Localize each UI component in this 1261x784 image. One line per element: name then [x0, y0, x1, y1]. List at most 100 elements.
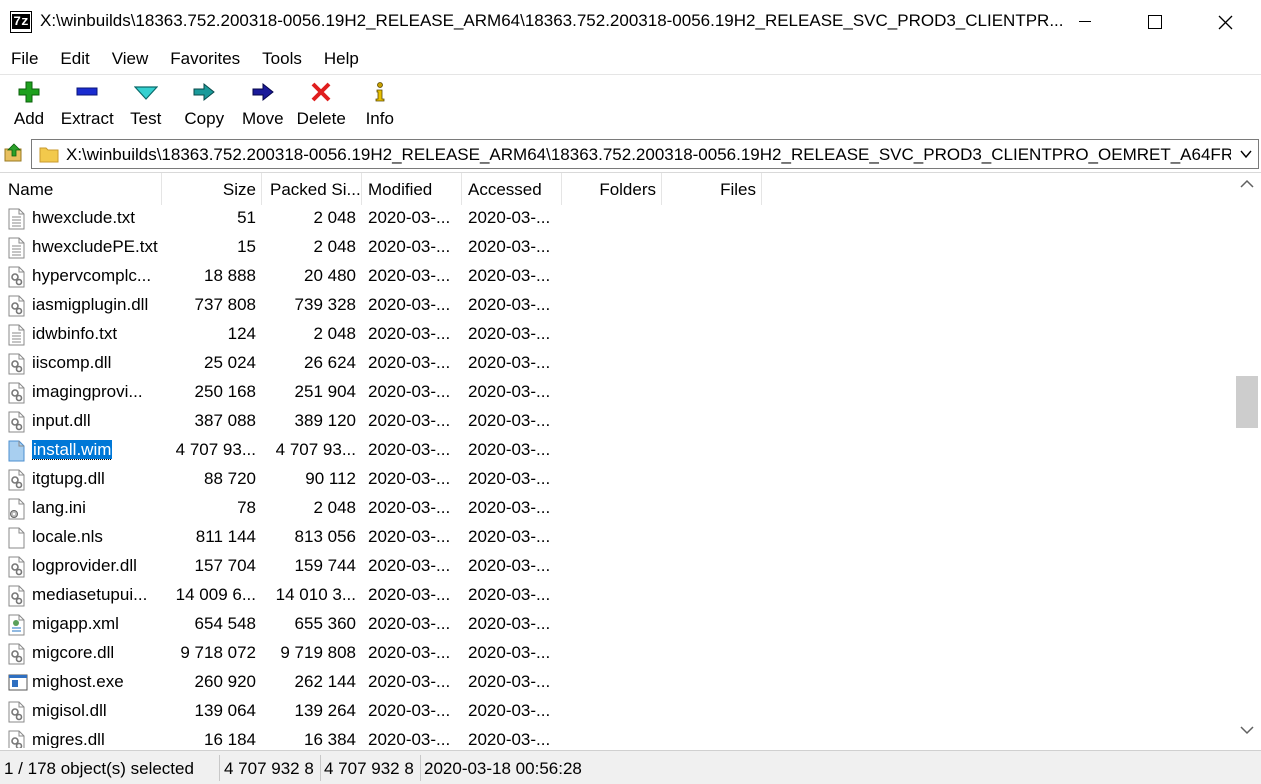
- chevron-down-icon[interactable]: [1240, 146, 1252, 167]
- file-modified-cell: 2020-03-...: [368, 701, 451, 720]
- address-field[interactable]: X:\winbuilds\18363.752.200318-0056.19H2_…: [31, 139, 1259, 169]
- menu-view[interactable]: View: [101, 46, 160, 74]
- file-accessed-cell: 2020-03-...: [468, 730, 551, 748]
- status-divider: [320, 755, 321, 781]
- delete-button[interactable]: Delete: [292, 75, 351, 137]
- menu-help[interactable]: Help: [313, 46, 370, 74]
- file-name: install.wim: [32, 440, 113, 460]
- file-name: migapp.xml: [32, 614, 119, 633]
- table-row[interactable]: itgtupg.dll 88 720 90 112 2020-03-... 2020-0…: [0, 466, 1233, 495]
- check-icon: [133, 80, 158, 104]
- wim-file-icon: [8, 440, 26, 462]
- file-name-cell: idwbinfo.txt: [0, 321, 162, 350]
- info-icon: [368, 80, 392, 104]
- table-row[interactable]: logprovider.dll 157 704 159 744 2020-03-...…: [0, 553, 1233, 582]
- column-header-packed-size[interactable]: Packed Si...: [262, 173, 362, 205]
- file-accessed-cell: 2020-03-...: [468, 208, 551, 227]
- file-name-cell: mighost.exe: [0, 669, 162, 698]
- file-list[interactable]: Name Size Packed Si... Modified Accessed…: [0, 172, 1261, 748]
- file-rows: hwexclude.txt 51 2 048 2020-03-... 2020-03-.…: [0, 205, 1233, 748]
- file-size-cell: 387 088: [194, 411, 256, 430]
- status-divider: [219, 755, 220, 781]
- table-row[interactable]: iiscomp.dll 25 024 26 624 2020-03-... 2020-0…: [0, 350, 1233, 379]
- file-name-cell: install.wim: [0, 437, 162, 466]
- dll-file-icon: [8, 643, 26, 665]
- table-row[interactable]: iasmigplugin.dll 737 808 739 328 2020-03-..…: [0, 292, 1233, 321]
- table-row[interactable]: lang.ini 78 2 048 2020-03-... 2020-03-...: [0, 495, 1233, 524]
- maximize-button[interactable]: [1120, 0, 1190, 44]
- file-packed-size-cell: 139 264: [294, 701, 356, 720]
- menu-tools[interactable]: Tools: [251, 46, 313, 74]
- table-row[interactable]: imagingprovi... 250 168 251 904 2020-03-...…: [0, 379, 1233, 408]
- file-accessed-cell: 2020-03-...: [468, 614, 551, 633]
- table-row[interactable]: input.dll 387 088 389 120 2020-03-... 2020-0…: [0, 408, 1233, 437]
- table-row[interactable]: migisol.dll 139 064 139 264 2020-03-... 2020…: [0, 698, 1233, 727]
- table-row[interactable]: hwexclude.txt 51 2 048 2020-03-... 2020-03-.…: [0, 205, 1233, 234]
- file-packed-size-cell: 159 744: [294, 556, 356, 575]
- file-modified-cell: 2020-03-...: [368, 353, 451, 372]
- column-header-accessed[interactable]: Accessed: [462, 173, 562, 205]
- table-row[interactable]: hwexcludePE.txt 15 2 048 2020-03-... 2020-03…: [0, 234, 1233, 263]
- xml-file-icon: [8, 614, 26, 636]
- list-header: Name Size Packed Si... Modified Accessed…: [0, 173, 1233, 205]
- dll-file-icon: [8, 353, 26, 375]
- vertical-scrollbar[interactable]: [1233, 173, 1261, 748]
- extract-button[interactable]: Extract: [58, 75, 117, 137]
- status-divider: [420, 755, 421, 781]
- menu-favorites[interactable]: Favorites: [159, 46, 251, 74]
- file-accessed-cell: 2020-03-...: [468, 585, 551, 604]
- delete-label: Delete: [296, 109, 346, 128]
- file-packed-size-cell: 739 328: [294, 295, 356, 314]
- column-header-folders[interactable]: Folders: [562, 173, 662, 205]
- column-header-modified[interactable]: Modified: [362, 173, 462, 205]
- file-packed-size-cell: 813 056: [294, 527, 356, 546]
- file-modified-cell: 2020-03-...: [368, 672, 451, 691]
- add-button[interactable]: Add: [0, 75, 58, 137]
- move-button[interactable]: Move: [234, 75, 293, 137]
- dll-file-icon: [8, 382, 26, 404]
- table-row[interactable]: hypervcomplc... 18 888 20 480 2020-03-... 20…: [0, 263, 1233, 292]
- plus-icon: [17, 80, 41, 104]
- file-name: lang.ini: [32, 498, 86, 517]
- up-folder-button[interactable]: [3, 142, 25, 164]
- dll-file-icon: [8, 411, 26, 433]
- file-name: mighost.exe: [32, 672, 124, 691]
- minimize-button[interactable]: [1050, 0, 1120, 44]
- column-header-name[interactable]: Name: [0, 173, 162, 205]
- blank-file-icon: [8, 527, 26, 549]
- file-modified-cell: 2020-03-...: [368, 266, 451, 285]
- table-row[interactable]: migcore.dll 9 718 072 9 719 808 2020-03-...…: [0, 640, 1233, 669]
- file-name-cell: iasmigplugin.dll: [0, 292, 162, 321]
- table-row[interactable]: mediasetupui... 14 009 6... 14 010 3... 202…: [0, 582, 1233, 611]
- file-name: hypervcomplc...: [32, 266, 152, 285]
- table-row[interactable]: migres.dll 16 184 16 384 2020-03-... 2020-03…: [0, 727, 1233, 748]
- menu-edit[interactable]: Edit: [49, 46, 100, 74]
- file-name: itgtupg.dll: [32, 469, 105, 488]
- copy-arrow-icon: [192, 80, 216, 104]
- address-bar: X:\winbuilds\18363.752.200318-0056.19H2_…: [0, 137, 1261, 171]
- file-packed-size-cell: 9 719 808: [280, 643, 356, 662]
- file-accessed-cell: 2020-03-...: [468, 556, 551, 575]
- table-row[interactable]: idwbinfo.txt 124 2 048 2020-03-... 2020-03-.…: [0, 321, 1233, 350]
- file-accessed-cell: 2020-03-...: [468, 643, 551, 662]
- column-header-size[interactable]: Size: [162, 173, 262, 205]
- column-header-files[interactable]: Files: [662, 173, 762, 205]
- menu-file[interactable]: File: [0, 46, 49, 74]
- file-size-cell: 51: [237, 208, 256, 227]
- test-button[interactable]: Test: [117, 75, 176, 137]
- copy-button[interactable]: Copy: [175, 75, 234, 137]
- scrollbar-thumb[interactable]: [1236, 376, 1258, 428]
- close-button[interactable]: [1190, 0, 1260, 44]
- file-name-cell: input.dll: [0, 408, 162, 437]
- info-button[interactable]: Info: [351, 75, 410, 137]
- file-packed-size-cell: 251 904: [294, 382, 356, 401]
- minus-icon: [75, 80, 99, 104]
- table-row[interactable]: mighost.exe 260 920 262 144 2020-03-... 2020…: [0, 669, 1233, 698]
- table-row[interactable]: locale.nls 811 144 813 056 2020-03-... 2020-…: [0, 524, 1233, 553]
- file-accessed-cell: 2020-03-...: [468, 237, 551, 256]
- file-packed-size-cell: 26 624: [304, 353, 356, 372]
- table-row[interactable]: install.wim 4 707 93... 4 707 93... 2020-03…: [0, 437, 1233, 466]
- move-label: Move: [241, 109, 284, 128]
- table-row[interactable]: migapp.xml 654 548 655 360 2020-03-... 2020-…: [0, 611, 1233, 640]
- file-name-cell: itgtupg.dll: [0, 466, 162, 495]
